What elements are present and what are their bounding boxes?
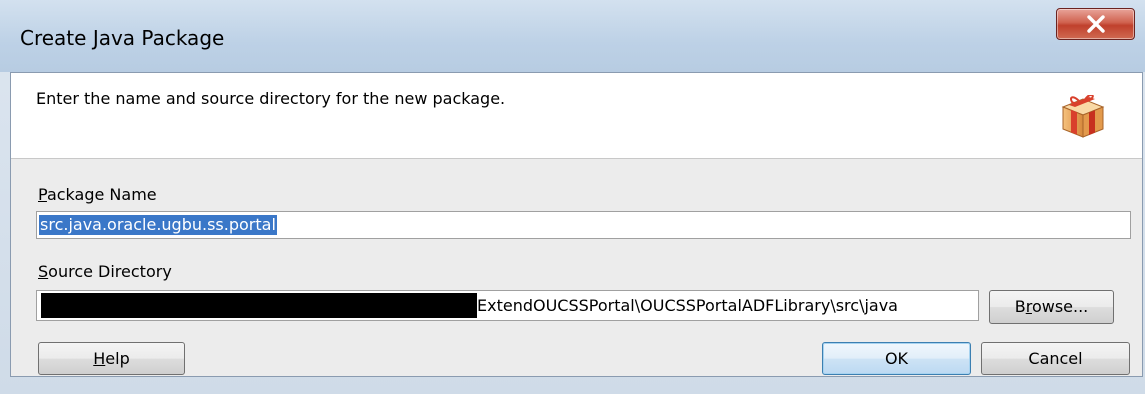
source-directory-input[interactable]: ExtendOUCSSPortal\OUCSSPortalADFLibrary\…	[36, 290, 979, 321]
window-title: Create Java Package	[20, 26, 225, 50]
browse-button[interactable]: Browse...	[989, 290, 1114, 324]
close-button[interactable]	[1056, 8, 1135, 40]
source-directory-label-text: ource Directory	[48, 262, 172, 281]
help-button-label: Help	[93, 343, 129, 374]
browse-label-pre: B	[1014, 297, 1026, 316]
ok-button-label: OK	[884, 349, 909, 368]
source-directory-label: Source Directory	[38, 262, 172, 281]
dialog-content: Enter the name and source directory for …	[10, 72, 1143, 377]
redaction-block	[41, 293, 477, 318]
package-icon	[1061, 95, 1105, 138]
close-icon	[1087, 15, 1105, 33]
dialog-window: Create Java Package Enter the name and s…	[0, 0, 1145, 394]
package-name-value: src.java.oracle.ugbu.ss.portal	[39, 215, 277, 235]
help-button[interactable]: Help	[38, 342, 185, 375]
cancel-button-label: Cancel	[1028, 349, 1083, 368]
package-name-label-text: ackage Name	[46, 185, 157, 204]
browse-label-post: owse...	[1031, 297, 1089, 316]
help-label-mnemonic: H	[93, 349, 106, 368]
ok-button[interactable]: OK	[822, 342, 971, 375]
browse-button-label: Browse...	[1015, 291, 1089, 323]
title-bar[interactable]: Create Java Package	[0, 0, 1145, 72]
package-name-input[interactable]: src.java.oracle.ugbu.ss.portal	[36, 211, 1131, 239]
help-label-post: elp	[105, 349, 130, 368]
dialog-header: Enter the name and source directory for …	[11, 73, 1142, 159]
package-name-label: Package Name	[38, 185, 157, 204]
package-name-label-mnemonic: P	[38, 185, 47, 204]
source-directory-value: ExtendOUCSSPortal\OUCSSPortalADFLibrary\…	[477, 296, 898, 315]
cancel-button[interactable]: Cancel	[981, 342, 1130, 375]
source-directory-label-mnemonic: S	[38, 262, 49, 281]
header-description: Enter the name and source directory for …	[36, 89, 506, 108]
